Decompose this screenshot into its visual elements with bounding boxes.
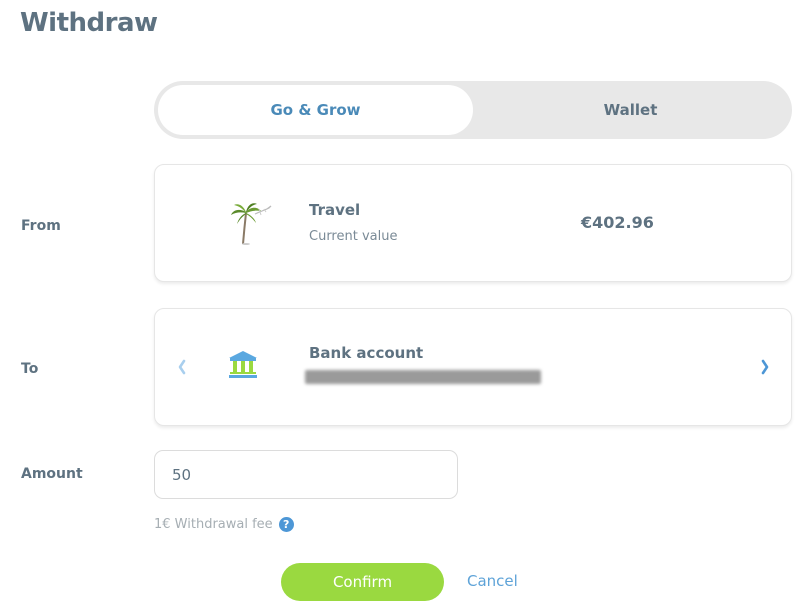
source-tabs: Go & Grow Wallet: [154, 81, 792, 139]
cancel-link[interactable]: Cancel: [467, 572, 518, 590]
withdrawal-fee-text: 1€ Withdrawal fee: [154, 517, 273, 532]
from-card: Travel Current value €402.96: [154, 164, 792, 282]
to-account-name: Bank account: [309, 344, 424, 362]
bank-icon: [229, 351, 257, 378]
next-account-button[interactable]: [755, 355, 775, 379]
palm-tree-icon: [231, 203, 272, 245]
amount-input[interactable]: [154, 450, 458, 499]
question-circle-icon[interactable]: ?: [278, 517, 294, 532]
chevron-left-icon: [178, 359, 186, 375]
from-account-value: €402.96: [581, 213, 654, 232]
tab-go-and-grow[interactable]: Go & Grow: [158, 85, 473, 135]
withdraw-page: Withdraw Go & Grow Wallet From Travel Cu…: [0, 0, 812, 611]
amount-label: Amount: [21, 466, 83, 482]
page-title: Withdraw: [20, 8, 158, 38]
previous-account-button[interactable]: [172, 355, 192, 379]
confirm-button[interactable]: Confirm: [281, 563, 444, 601]
chevron-right-icon: [761, 359, 769, 375]
to-card: Bank account EE717700771006105546 AS LHV…: [154, 308, 792, 426]
tab-wallet[interactable]: Wallet: [473, 85, 788, 135]
from-account-subtitle: Current value: [309, 229, 398, 244]
from-account-name: Travel: [309, 201, 361, 219]
withdrawal-fee: 1€ Withdrawal fee ?: [154, 517, 294, 532]
to-account-number-redacted: EE717700771006105546 AS LHV Pank: [305, 370, 542, 384]
to-label: To: [21, 361, 39, 377]
from-label: From: [21, 218, 61, 234]
